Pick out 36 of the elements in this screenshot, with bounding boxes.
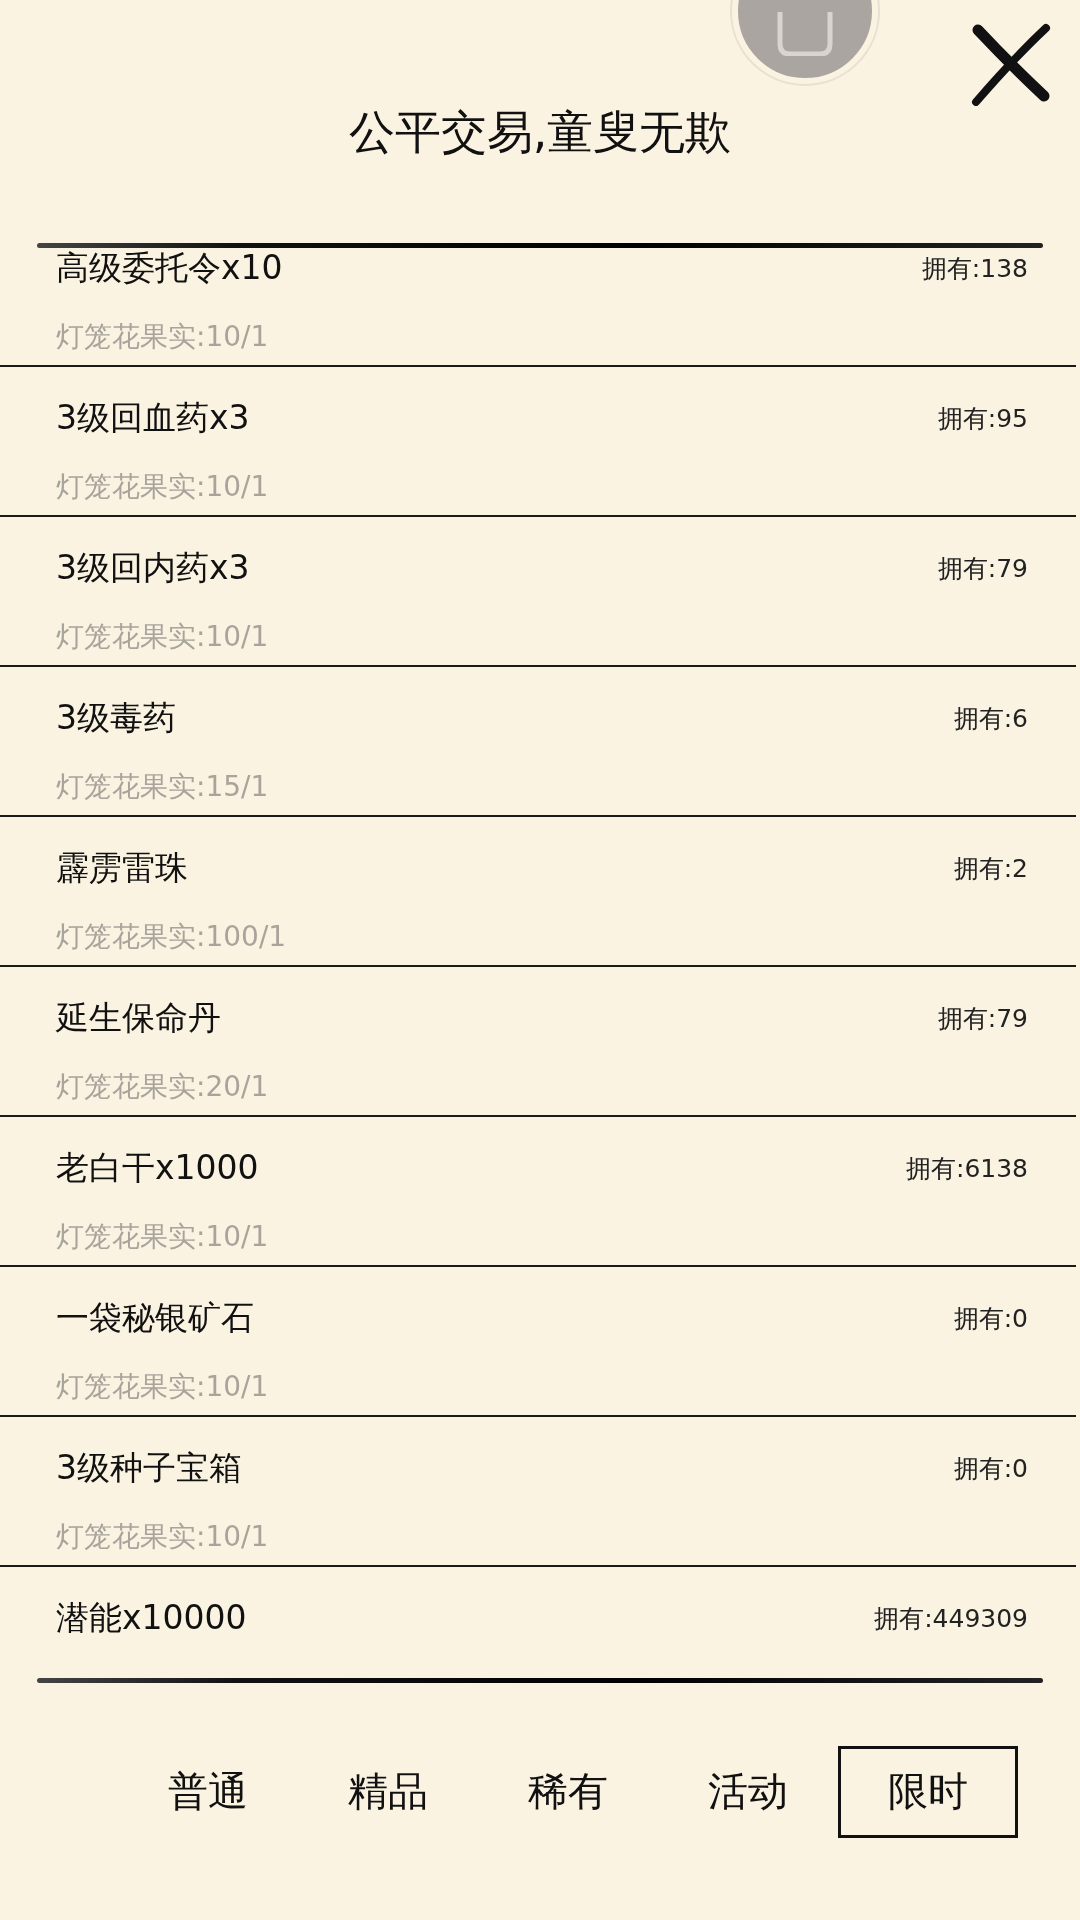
item-name: 霹雳雷珠 [56,846,188,889]
item-name: 3级种子宝箱 [56,1446,242,1489]
category-tab[interactable]: 精品 [298,1745,478,1838]
owned-count: 拥有:138 [921,252,1028,285]
category-tab[interactable]: 稀有 [478,1745,658,1838]
owned-count: 拥有:79 [937,552,1028,585]
item-name: 3级毒药 [56,696,176,739]
owned-count: 拥有:95 [937,402,1028,435]
owned-count: 拥有:0 [953,1302,1028,1335]
item-name: 高级委托令x10 [56,248,283,289]
item-price: 灯笼花果实:20/1 [56,1069,270,1105]
item-price: 灯笼花果实:10/1 [56,619,270,655]
owned-count: 拥有:79 [937,1002,1028,1035]
item-price: 灯笼花果实:100/1 [56,919,288,955]
category-tab[interactable]: 活动 [658,1745,838,1838]
item-price: 灯笼花果实:10/1 [56,1519,270,1555]
page-title: 公平交易,童叟无欺 [348,104,732,161]
category-tab[interactable]: 限时 [838,1745,1018,1838]
cup-icon [776,12,834,56]
item-name: 潜能x10000 [56,1596,247,1639]
item-price: 灯笼花果实:10/1 [56,469,270,505]
category-tab[interactable]: 普通 [118,1745,298,1838]
item-price: 灯笼花果实:10/1 [56,1219,270,1255]
owned-count: 拥有:6 [953,702,1028,735]
item-price: 灯笼花果实:10/1 [56,1369,270,1405]
item-name: 一袋秘银矿石 [56,1296,254,1339]
item-price: 灯笼花果实:15/1 [56,769,270,805]
item-price: 灯笼花果实:10/1 [56,319,270,355]
owned-count: 拥有:449309 [874,1602,1028,1635]
item-name: 3级回血药x3 [56,396,250,439]
item-name: 3级回内药x3 [56,546,250,589]
owned-count: 拥有:2 [953,852,1028,885]
owned-count: 拥有:0 [953,1452,1028,1485]
item-name: 延生保命丹 [56,996,221,1039]
item-name: 老白干x1000 [56,1146,259,1189]
owned-count: 拥有:6138 [905,1152,1028,1185]
